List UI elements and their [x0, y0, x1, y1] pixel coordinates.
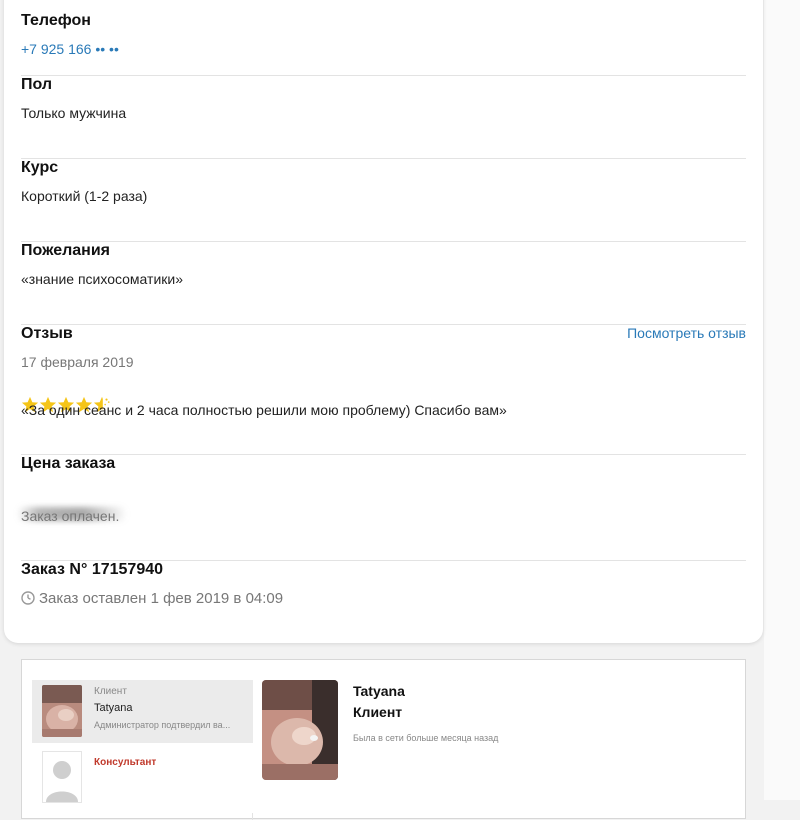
review-title: Отзыв	[21, 325, 73, 342]
course-value: Короткий (1-2 раза)	[21, 188, 148, 204]
course-section: Курс Короткий (1-2 раза)	[21, 159, 746, 242]
profile-last-seen: Была в сети больше месяца назад	[353, 733, 499, 743]
payment-status: Заказ оплачен.	[21, 508, 120, 524]
phone-title: Телефон	[21, 12, 91, 29]
gender-section: Пол Только мужчина	[21, 76, 746, 159]
order-created: Заказ оставлен 1 фев 2019 в 04:09	[21, 590, 283, 607]
profile-avatar	[262, 680, 338, 780]
chat-item-role: Клиент	[94, 686, 127, 697]
wishes-section: Пожелания «знание психосоматики»	[21, 242, 746, 325]
order-created-text: Заказ оставлен 1 фев 2019 в 04:09	[39, 590, 284, 607]
gender-value: Только мужчина	[21, 105, 127, 121]
chat-item-client[interactable]: Клиент Tatyana Администратор подтвердил …	[32, 680, 253, 743]
chat-item-preview: Администратор подтвердил ва...	[94, 720, 231, 730]
order-details-card: Телефон +7 925 166 •• •• Пол Только мужч…	[4, 0, 763, 643]
order-section: Заказ N° 17157940 Заказ оставлен 1 фев 2…	[21, 561, 746, 631]
profile-name: Tatyana	[353, 683, 405, 699]
wishes-value: «знание психосоматики»	[21, 271, 183, 287]
price-title: Цена заказа	[21, 455, 116, 472]
review-date: 17 февраля 2019	[21, 354, 134, 370]
phone-value[interactable]: +7 925 166 •• ••	[21, 41, 119, 57]
order-number: Заказ N° 17157940	[21, 561, 164, 578]
chat-item-consultant[interactable]: Консультант	[32, 743, 253, 813]
profile-role: Клиент	[353, 704, 403, 720]
review-section: Отзыв Посмотреть отзыв 17 февраля 2019 «…	[21, 325, 746, 455]
clock-icon	[21, 591, 35, 605]
view-review-link[interactable]: Посмотреть отзыв	[627, 325, 746, 341]
chat-item-role-consultant: Консультант	[94, 757, 157, 768]
course-title: Курс	[21, 159, 59, 176]
price-section: Цена заказа Заказ оплачен.	[17, 455, 746, 561]
review-text: «За один сеанс и 2 часа полностью решили…	[21, 402, 507, 418]
wishes-title: Пожелания	[21, 242, 110, 259]
chat-item-name: Tatyana	[94, 702, 133, 714]
chat-panel: Клиент Tatyana Администратор подтвердил …	[21, 659, 746, 820]
phone-section: Телефон +7 925 166 •• ••	[21, 0, 746, 76]
page-right-gutter	[764, 0, 800, 800]
default-avatar-icon	[42, 751, 82, 803]
chat-list: Клиент Tatyana Администратор подтвердил …	[32, 680, 253, 820]
gender-title: Пол	[21, 76, 53, 93]
client-avatar	[42, 685, 82, 737]
